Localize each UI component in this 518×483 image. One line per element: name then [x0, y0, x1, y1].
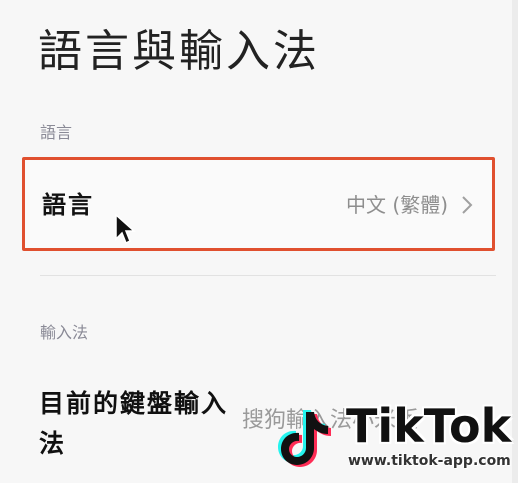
scrollbar[interactable] [512, 0, 518, 483]
language-section-header: 語言 [40, 123, 73, 142]
mouse-pointer-icon [115, 213, 136, 245]
chevron-right-icon [462, 196, 473, 214]
tiktok-watermark: TikTok www.tiktok-app.com [268, 398, 512, 478]
language-row[interactable]: 語言 中文 (繁體) [22, 157, 495, 251]
page-title: 語言與輸入法 [38, 26, 320, 77]
language-row-value: 中文 (繁體) [346, 193, 448, 217]
language-row-label: 語言 [42, 191, 94, 219]
watermark-url: www.tiktok-app.com [348, 453, 511, 469]
settings-screen: 語言與輸入法 語言 語言 中文 (繁體) 輸入法 目前的鍵盤輸入法 搜狗輸入法小… [0, 0, 518, 483]
watermark-brand: TikTok [346, 399, 512, 453]
tiktok-logo-icon [278, 410, 331, 467]
section-divider [40, 275, 496, 276]
input-method-section-header: 輸入法 [40, 323, 89, 342]
current-keyboard-label: 目前的鍵盤輸入法 [39, 389, 229, 458]
